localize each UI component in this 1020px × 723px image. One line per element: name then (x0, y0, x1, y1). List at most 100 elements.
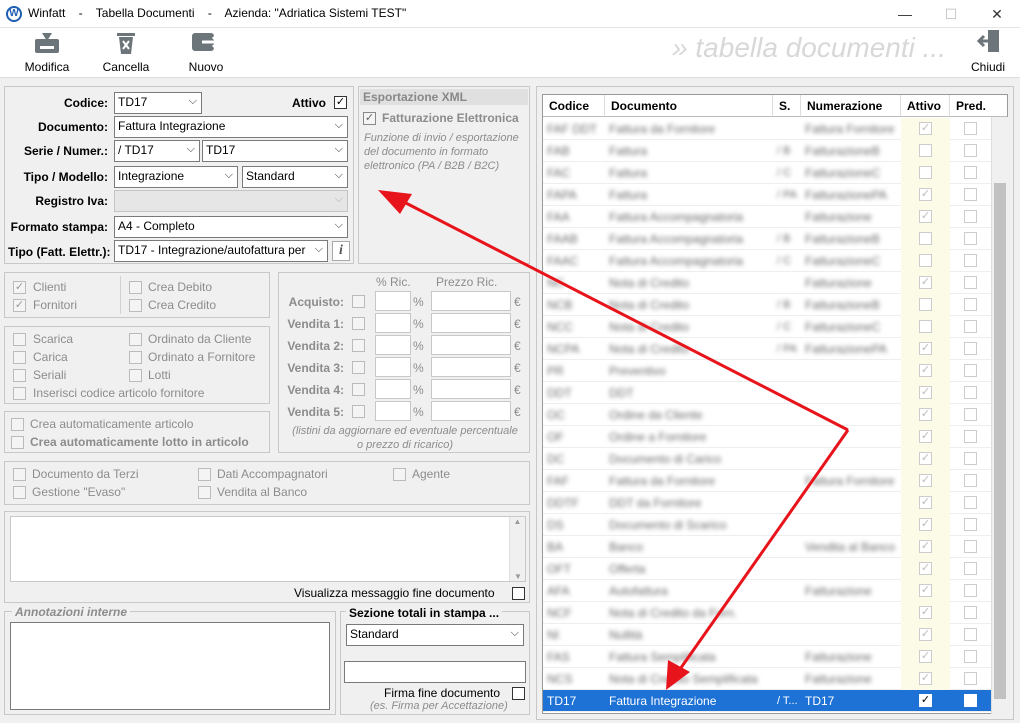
numerazione-combo[interactable]: TD17 ⌵ (202, 140, 348, 162)
pred-row-checkbox[interactable] (964, 364, 977, 377)
close-window-button[interactable]: ✕ (974, 0, 1020, 28)
pred-row-checkbox[interactable] (964, 496, 977, 509)
table-row[interactable]: NCC Nota di Credito / C FatturazioneC (543, 316, 992, 338)
attivo-row-checkbox[interactable]: ✓ (919, 694, 932, 707)
table-row[interactable]: BA Banco Vendita al Banco ✓ (543, 536, 992, 558)
pred-row-checkbox[interactable] (964, 650, 977, 663)
cell-attivo[interactable]: ✓ (901, 668, 950, 690)
pred-row-checkbox[interactable] (964, 188, 977, 201)
formato-stampa-combo[interactable]: A4 - Completo ⌵ (114, 216, 348, 238)
cell-pred[interactable] (950, 448, 992, 470)
attivo-row-checkbox[interactable]: ✓ (919, 364, 932, 377)
cell-pred[interactable] (950, 470, 992, 492)
price-row-checkbox[interactable] (352, 405, 365, 418)
prezzo-ric-input[interactable] (431, 291, 511, 311)
attivo-row-checkbox[interactable] (919, 232, 932, 245)
pred-row-checkbox[interactable] (964, 254, 977, 267)
attivo-row-checkbox[interactable]: ✓ (919, 540, 932, 553)
table-row[interactable]: NCF Nota di Credito da Forn. ✓ (543, 602, 992, 624)
cell-attivo[interactable]: ✓ (901, 470, 950, 492)
pred-row-checkbox[interactable] (964, 232, 977, 245)
pct-ric-input[interactable] (375, 313, 411, 333)
table-row[interactable]: FAS Fattura Semplificata Fatturazione ✓ (543, 646, 992, 668)
cell-attivo[interactable]: ✓ (901, 536, 950, 558)
pred-row-checkbox[interactable] (964, 166, 977, 179)
scroll-up-icon[interactable]: ▲ (510, 517, 525, 526)
attivo-row-checkbox[interactable] (919, 254, 932, 267)
cell-attivo[interactable]: ✓ (901, 382, 950, 404)
maximize-button[interactable]: ☐ (928, 0, 974, 28)
cell-attivo[interactable] (901, 228, 950, 250)
info-icon[interactable]: i (332, 241, 350, 261)
table-row[interactable]: FAF Fattura da Fornitore Fattura Fornito… (543, 470, 992, 492)
cell-attivo[interactable] (901, 250, 950, 272)
table-row[interactable]: TD17 Fattura Integrazione / T... TD17 ✓ (543, 690, 992, 712)
attivo-row-checkbox[interactable]: ✓ (919, 584, 932, 597)
crea-lotto-checkbox[interactable] (11, 436, 24, 449)
attivo-row-checkbox[interactable]: ✓ (919, 606, 932, 619)
crea-credito-checkbox[interactable] (129, 299, 142, 312)
column-header-documento[interactable]: Documento (605, 95, 773, 117)
pred-row-checkbox[interactable] (964, 408, 977, 421)
cell-pred[interactable] (950, 162, 992, 184)
cell-attivo[interactable]: ✓ (901, 580, 950, 602)
cell-attivo[interactable]: ✓ (901, 624, 950, 646)
cell-pred[interactable] (950, 316, 992, 338)
price-row-checkbox[interactable] (352, 361, 365, 374)
pct-ric-input[interactable] (375, 379, 411, 399)
tipo-fe-combo[interactable]: TD17 - Integrazione/autofattura per ⌵ (114, 240, 328, 262)
pred-row-checkbox[interactable] (964, 474, 977, 487)
table-row[interactable]: FAAB Fattura Accompagnatoria / B Fattura… (543, 228, 992, 250)
documento-combo[interactable]: Fattura Integrazione ⌵ (114, 116, 348, 138)
pct-ric-input[interactable] (375, 357, 411, 377)
cell-pred[interactable] (950, 404, 992, 426)
table-row[interactable]: NCPA Nota di Credito / PA FatturazionePA… (543, 338, 992, 360)
cell-attivo[interactable] (901, 140, 950, 162)
cell-pred[interactable] (950, 602, 992, 624)
cell-attivo[interactable]: ✓ (901, 646, 950, 668)
column-header-numerazione[interactable]: Numerazione (801, 95, 901, 117)
prezzo-ric-input[interactable] (431, 379, 511, 399)
firma-checkbox[interactable] (512, 687, 525, 700)
tipo-combo[interactable]: Integrazione ⌵ (114, 166, 238, 188)
price-row-checkbox[interactable] (352, 383, 365, 396)
cell-pred[interactable] (950, 536, 992, 558)
visualizza-messaggio-checkbox[interactable] (512, 587, 525, 600)
column-header-attivo[interactable]: Attivo (901, 95, 950, 117)
pred-row-checkbox[interactable] (964, 430, 977, 443)
cell-pred[interactable] (950, 360, 992, 382)
attivo-row-checkbox[interactable]: ✓ (919, 188, 932, 201)
table-row[interactable]: DS Documento di Scarico ✓ (543, 514, 992, 536)
codice-combo[interactable]: TD17 ⌵ (114, 92, 202, 114)
cell-pred[interactable] (950, 382, 992, 404)
modello-combo[interactable]: Standard ⌵ (242, 166, 348, 188)
pred-row-checkbox[interactable] (964, 298, 977, 311)
minimize-button[interactable]: — (882, 0, 928, 28)
pred-row-checkbox[interactable] (964, 452, 977, 465)
cell-attivo[interactable]: ✓ (901, 602, 950, 624)
table-row[interactable]: NC Nota di Credito Fatturazione ✓ (543, 272, 992, 294)
attivo-checkbox[interactable]: ✓ (334, 96, 347, 109)
table-row[interactable]: FAA Fattura Accompagnatoria Fatturazione… (543, 206, 992, 228)
fe-checkbox[interactable]: ✓ (363, 112, 376, 125)
table-row[interactable]: PR Preventivo ✓ (543, 360, 992, 382)
registro-iva-combo[interactable]: ⌵ (114, 190, 348, 212)
pred-row-checkbox[interactable] (964, 144, 977, 157)
cell-attivo[interactable]: ✓ (901, 690, 950, 712)
column-header-serie[interactable]: S. (773, 95, 801, 117)
pred-row-checkbox[interactable] (964, 628, 977, 641)
seriali-checkbox[interactable] (13, 369, 26, 382)
doc-terzi-checkbox[interactable] (13, 468, 26, 481)
column-header-pred[interactable]: Pred. (950, 95, 1007, 117)
pred-row-checkbox[interactable] (964, 584, 977, 597)
attivo-row-checkbox[interactable]: ✓ (919, 430, 932, 443)
attivo-row-checkbox[interactable]: ✓ (919, 342, 932, 355)
prezzo-ric-input[interactable] (431, 357, 511, 377)
cell-pred[interactable] (950, 426, 992, 448)
attivo-row-checkbox[interactable]: ✓ (919, 496, 932, 509)
table-row[interactable]: FAAC Fattura Accompagnatoria / C Fattura… (543, 250, 992, 272)
carica-checkbox[interactable] (13, 351, 26, 364)
scroll-down-icon[interactable]: ▼ (510, 572, 526, 581)
table-row[interactable]: AFA Autofattura Fatturazione ✓ (543, 580, 992, 602)
cell-attivo[interactable]: ✓ (901, 514, 950, 536)
